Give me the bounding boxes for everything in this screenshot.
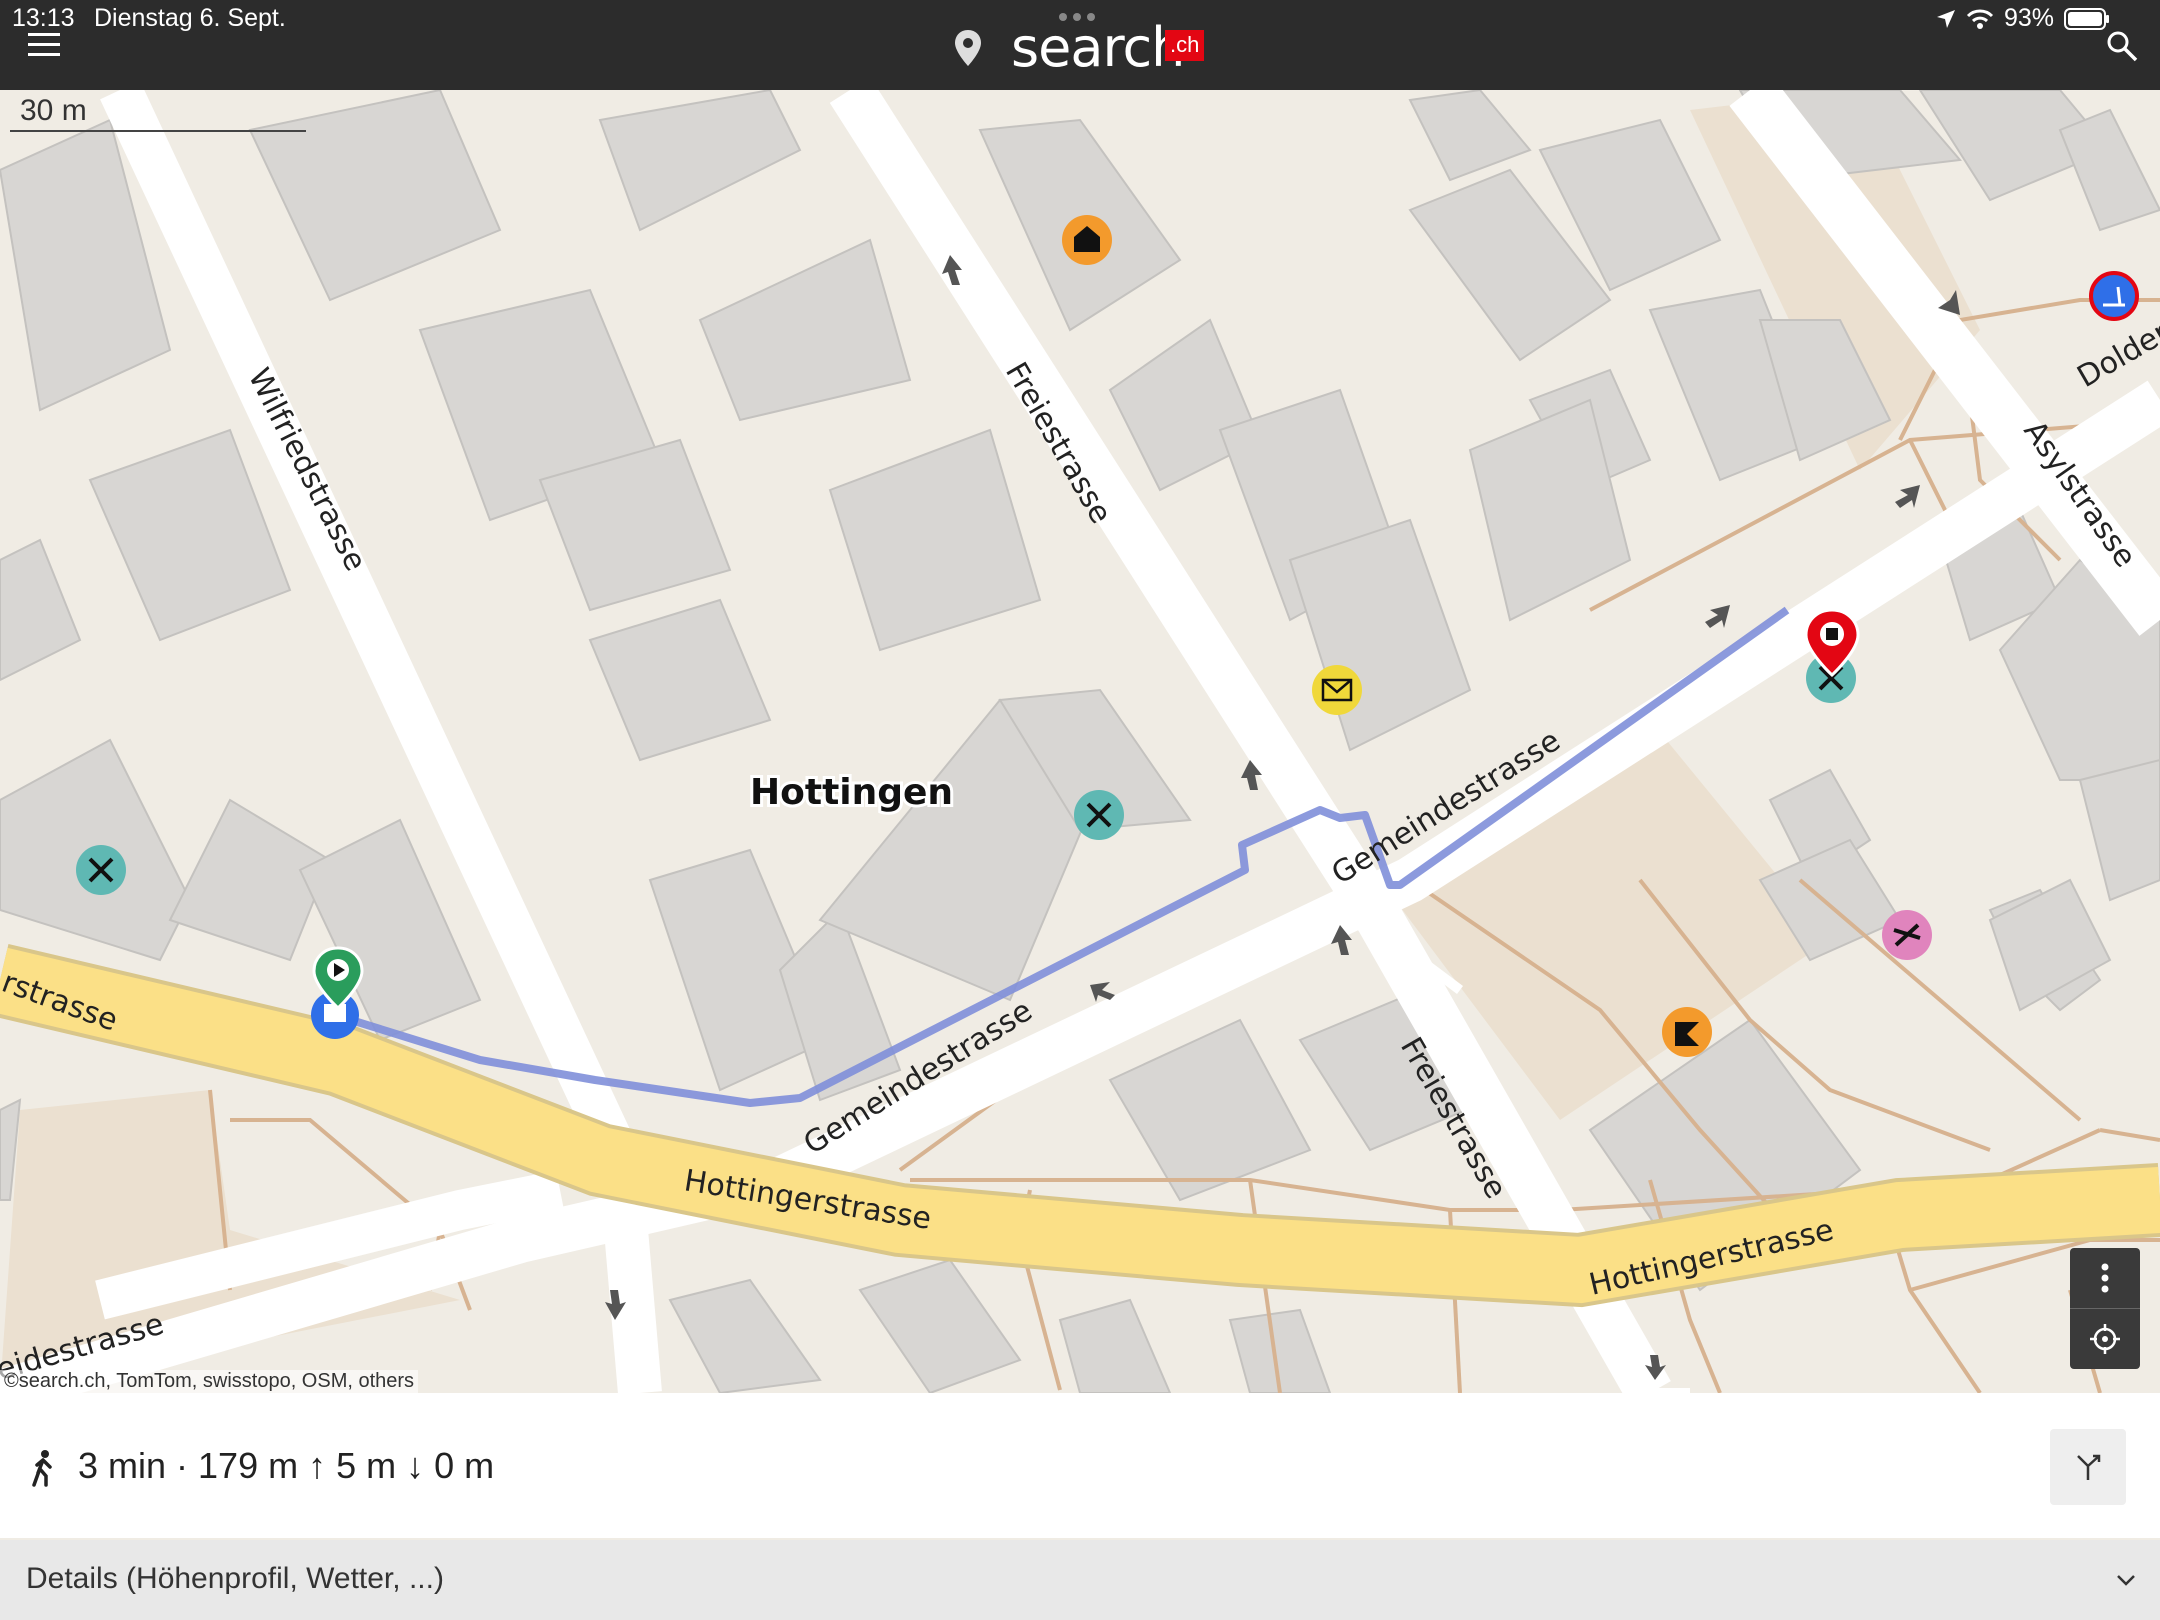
locate-me-button[interactable] (2070, 1309, 2140, 1369)
map-more-options-button[interactable] (2070, 1248, 2140, 1309)
playground-icon[interactable] (1882, 910, 1932, 960)
bakery-icon[interactable] (1662, 1007, 1712, 1057)
map-attribution[interactable]: ©search.ch, TomTom, swisstopo, OSM, othe… (0, 1370, 419, 1393)
scale-bar: 30 m (10, 94, 306, 132)
wifi-icon (1966, 9, 1994, 29)
restaurant-icon[interactable] (76, 845, 126, 895)
crosshair-icon (2090, 1324, 2120, 1354)
battery-percent: 93% (2003, 4, 2054, 32)
battery-icon (2064, 7, 2109, 30)
location-pin-icon (955, 30, 981, 66)
status-indicators: 93% (1936, 4, 2110, 33)
route-fork-icon (2077, 1454, 2101, 1480)
route-summary-panel: 3 min · 179 m ↑ 5 m ↓ 0 m (0, 1393, 2160, 1538)
location-arrow-icon (1936, 9, 1955, 28)
map-canvas[interactable]: Wilfriedstrasse Freiestrasse Freiestrass… (0, 90, 2160, 1393)
logo-suffix: .ch (1165, 30, 1205, 61)
status-date: Dienstag 6. Sept. (94, 4, 286, 32)
map-layer: Wilfriedstrasse Freiestrasse Freiestrass… (0, 90, 2160, 1393)
post-icon[interactable] (1312, 665, 1362, 715)
top-bar: 13:13 Dienstag 6. Sept. search .ch 93% (0, 0, 2160, 90)
building-icon[interactable] (1062, 215, 1112, 265)
status-time: 13:13 (12, 4, 75, 32)
details-label: Details (Höhenprofil, Wetter, ...) (26, 1562, 444, 1595)
hamburger-menu-icon[interactable] (28, 32, 60, 58)
alternative-route-button[interactable] (2050, 1429, 2126, 1505)
restaurant-icon[interactable] (1074, 790, 1124, 840)
chevron-down-icon (2117, 1575, 2135, 1586)
search-icon[interactable] (2106, 30, 2138, 62)
search-ch-logo[interactable]: search .ch (955, 13, 1215, 79)
details-expander[interactable]: Details (Höhenprofil, Wetter, ...) (0, 1540, 2160, 1620)
scooter-icon[interactable] (2089, 271, 2139, 321)
district-label: Hottingen (750, 772, 953, 813)
vertical-dots-icon (2101, 1263, 2109, 1293)
scale-label: 30 m (20, 94, 87, 127)
route-summary-text: 3 min · 179 m ↑ 5 m ↓ 0 m (78, 1445, 495, 1486)
walking-icon (32, 1450, 52, 1487)
logo-text: search (1011, 16, 1185, 79)
